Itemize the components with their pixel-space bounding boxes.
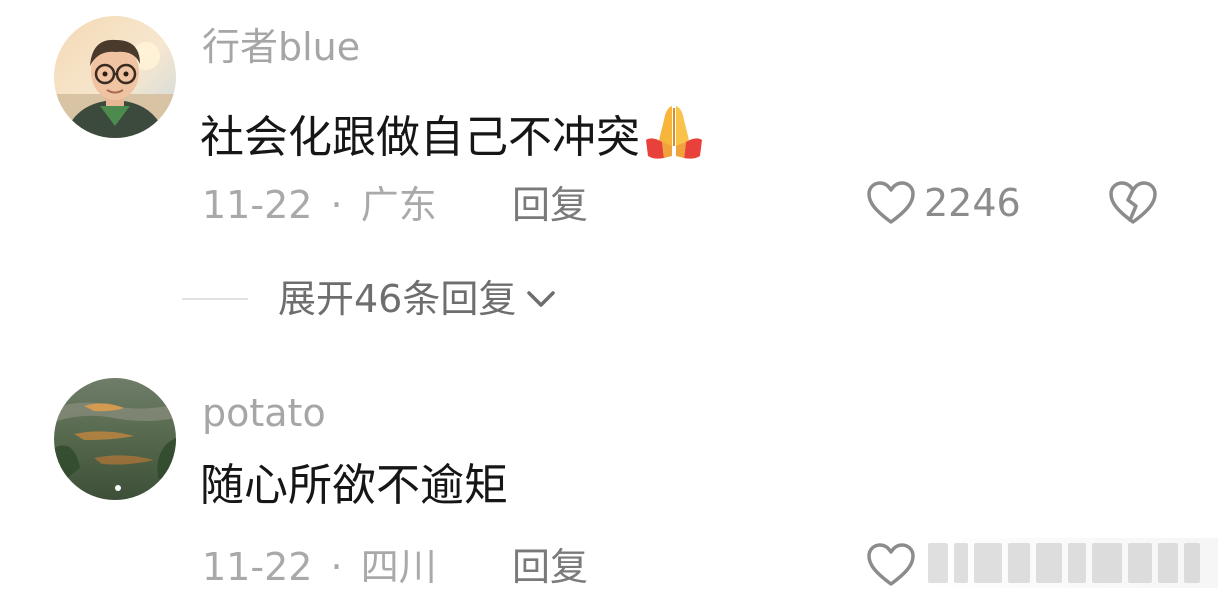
comment-body: 随心所欲不逾矩 xyxy=(200,460,508,511)
heart-outline-icon xyxy=(867,181,915,224)
avatar[interactable] xyxy=(54,378,176,500)
expand-replies-button[interactable]: 展开46条回复 xyxy=(182,280,558,318)
comment-list: 行者blue 社会化跟做自己不冲突 11-22 · 广东 回复 2246 展开4… xyxy=(0,0,1224,592)
reply-button[interactable]: 回复 xyxy=(512,186,588,224)
like-button[interactable]: 2246 xyxy=(866,180,1021,226)
meta-separator: · xyxy=(330,183,343,227)
comment-meta: 11-22 · 广东 xyxy=(202,186,437,224)
comment-location: 四川 xyxy=(360,545,437,589)
like-count: 2246 xyxy=(924,181,1021,225)
comment-text: 社会化跟做自己不冲突 xyxy=(200,102,706,162)
username[interactable]: 行者blue xyxy=(202,28,360,66)
watermark-overlay xyxy=(928,538,1218,588)
avatar[interactable] xyxy=(54,16,176,138)
cartoon-avatar-image xyxy=(54,16,176,138)
expand-divider xyxy=(182,298,248,300)
comment-date: 11-22 xyxy=(202,545,313,589)
meta-separator: · xyxy=(330,545,343,589)
comment-text: 随心所欲不逾矩 xyxy=(200,464,508,508)
like-button[interactable] xyxy=(866,542,924,588)
reply-button[interactable]: 回复 xyxy=(512,548,588,586)
comment-body: 社会化跟做自己不冲突 xyxy=(200,112,640,163)
comment-date: 11-22 xyxy=(202,183,313,227)
comment-location: 广东 xyxy=(360,183,437,227)
landscape-avatar-image xyxy=(54,378,176,500)
chevron-down-icon xyxy=(527,291,556,307)
broken-heart-icon xyxy=(1109,181,1157,224)
dislike-button[interactable] xyxy=(1108,180,1158,230)
expand-replies-label: 展开46条回复 xyxy=(278,277,517,321)
username[interactable]: potato xyxy=(202,394,326,432)
folded-hands-icon xyxy=(646,106,702,159)
heart-outline-icon xyxy=(867,543,915,586)
comment-meta: 11-22 · 四川 xyxy=(202,548,437,586)
